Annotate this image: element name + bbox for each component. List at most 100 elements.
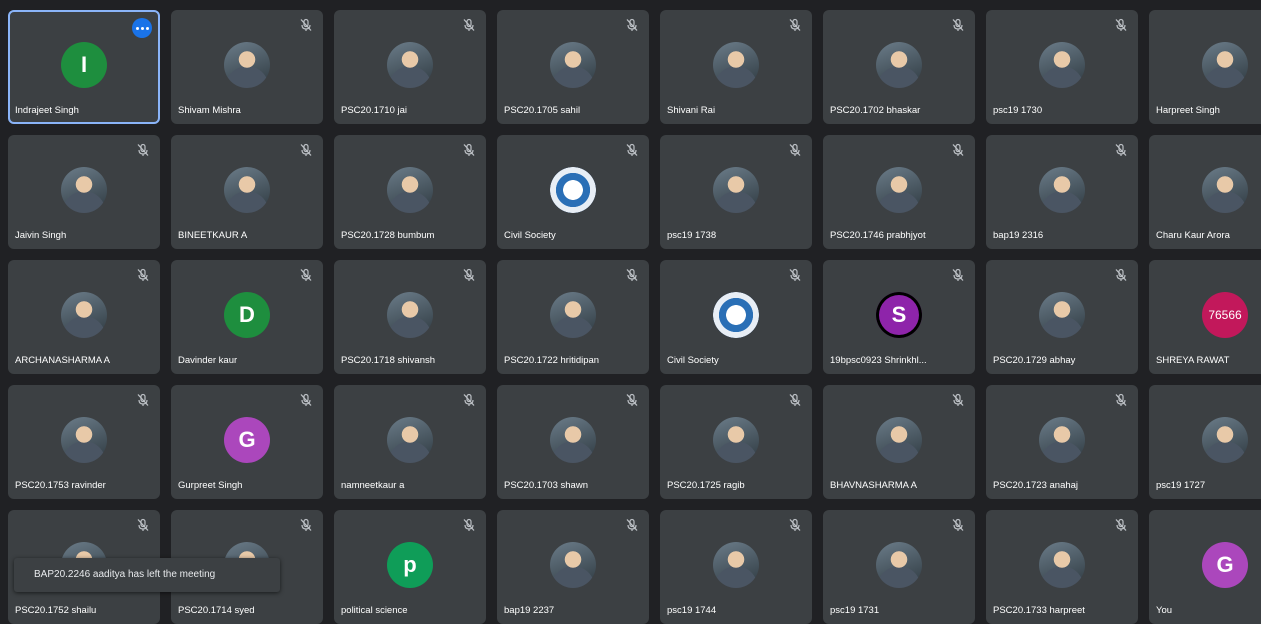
participant-tile-gurpreet-singh[interactable]: G Gurpreet Singh	[171, 385, 323, 499]
mic-off-icon	[788, 393, 802, 407]
participant-name: ARCHANASHARMA A	[15, 355, 111, 366]
participant-name: PSC20.1753 ravinder	[15, 480, 106, 491]
mic-off-icon	[951, 18, 965, 32]
participant-name: Gurpreet Singh	[178, 480, 243, 491]
mic-off-icon	[299, 143, 313, 157]
avatar-photo	[876, 417, 922, 463]
participant-name: BINEETKAUR A	[178, 230, 248, 241]
participant-tile-psc20-1746-prabhjyot[interactable]: PSC20.1746 prabhjyot	[823, 135, 975, 249]
participant-tile-bap19-2316[interactable]: bap19 2316	[986, 135, 1138, 249]
mic-off-icon	[299, 18, 313, 32]
participant-tile-psc20-1723-anahaj[interactable]: PSC20.1723 anahaj	[986, 385, 1138, 499]
avatar-photo	[550, 292, 596, 338]
participant-tile-indrajeet-singh[interactable]: I Indrajeet Singh	[8, 10, 160, 124]
avatar-photo	[876, 542, 922, 588]
participant-name: psc19 1731	[830, 605, 880, 616]
participant-tile-you[interactable]: G You	[1149, 510, 1261, 624]
participant-name: PSC20.1710 jai	[341, 105, 408, 116]
participant-name: PSC20.1714 syed	[178, 605, 255, 616]
mic-off-icon	[1114, 143, 1128, 157]
participant-name: Charu Kaur Arora	[1156, 230, 1230, 241]
avatar-photo	[61, 292, 107, 338]
mic-off-icon	[951, 143, 965, 157]
mic-off-icon	[462, 518, 476, 532]
participant-tile-psc20-1703-shawn[interactable]: PSC20.1703 shawn	[497, 385, 649, 499]
participant-tile-shivani-rai[interactable]: Shivani Rai	[660, 10, 812, 124]
mic-off-icon	[788, 18, 802, 32]
participant-name: Civil Society	[667, 355, 719, 366]
mic-off-icon	[136, 143, 150, 157]
participant-tile-psc19-1727[interactable]: psc19 1727	[1149, 385, 1261, 499]
participant-tile-psc20-1722-hritidipan[interactable]: PSC20.1722 hritidipan	[497, 260, 649, 374]
mic-off-icon	[1114, 18, 1128, 32]
mic-off-icon	[462, 143, 476, 157]
mic-off-icon	[462, 393, 476, 407]
mic-off-icon	[625, 18, 639, 32]
participant-tile-jaivin-singh[interactable]: Jaivin Singh	[8, 135, 160, 249]
participant-tile-bineetkaur-a[interactable]: BINEETKAUR A	[171, 135, 323, 249]
avatar-letter: I	[61, 42, 107, 88]
participant-tile-psc20-1733-harpreet[interactable]: PSC20.1733 harpreet	[986, 510, 1138, 624]
participant-tile-bap19-2237[interactable]: bap19 2237	[497, 510, 649, 624]
mic-off-icon	[299, 268, 313, 282]
participant-name: Jaivin Singh	[15, 230, 67, 241]
avatar-photo	[61, 417, 107, 463]
participant-name: PSC20.1718 shivansh	[341, 355, 436, 366]
mic-off-icon	[136, 268, 150, 282]
participant-tile-psc19-1730[interactable]: psc19 1730	[986, 10, 1138, 124]
participant-tile-civil-society[interactable]: Civil Society	[497, 135, 649, 249]
participant-tile-shreya-rawat[interactable]: 76566 SHREYA RAWAT	[1149, 260, 1261, 374]
participant-tile-psc20-1702-bhaskar[interactable]: PSC20.1702 bhaskar	[823, 10, 975, 124]
avatar-photo	[224, 167, 270, 213]
participant-tile-psc20-1725-ragib[interactable]: PSC20.1725 ragib	[660, 385, 812, 499]
participant-tile-civil-society[interactable]: Civil Society	[660, 260, 812, 374]
participant-name: Civil Society	[504, 230, 556, 241]
participant-tile-psc20-1728-bumbum[interactable]: PSC20.1728 bumbum	[334, 135, 486, 249]
participant-tile-19bpsc0923-shrinkhl[interactable]: S 19bpsc0923 Shrinkhl...	[823, 260, 975, 374]
avatar-letter: G	[224, 417, 270, 463]
participant-tile-shivam-mishra[interactable]: Shivam Mishra	[171, 10, 323, 124]
participant-name: PSC20.1729 abhay	[993, 355, 1076, 366]
participant-name: PSC20.1723 anahaj	[993, 480, 1079, 491]
avatar-photo	[876, 167, 922, 213]
participant-tile-davinder-kaur[interactable]: D Davinder kaur	[171, 260, 323, 374]
participant-tile-bhavnasharma-a[interactable]: BHAVNASHARMA A	[823, 385, 975, 499]
mic-off-icon	[788, 518, 802, 532]
participant-tile-harpreet-singh[interactable]: Harpreet Singh	[1149, 10, 1261, 124]
participant-tile-archanasharma-a[interactable]: ARCHANASHARMA A	[8, 260, 160, 374]
participant-name: Davinder kaur	[178, 355, 238, 366]
participant-tile-psc19-1744[interactable]: psc19 1744	[660, 510, 812, 624]
avatar-photo	[1202, 167, 1248, 213]
avatar-photo	[713, 417, 759, 463]
mic-off-icon	[462, 268, 476, 282]
participant-name: psc19 1730	[993, 105, 1043, 116]
participant-name: Shivani Rai	[667, 105, 716, 116]
participant-name: BHAVNASHARMA A	[830, 480, 917, 491]
participant-name: PSC20.1746 prabhjyot	[830, 230, 926, 241]
avatar-letter: D	[224, 292, 270, 338]
participant-tile-psc19-1731[interactable]: psc19 1731	[823, 510, 975, 624]
mic-off-icon	[299, 393, 313, 407]
participant-tile-psc19-1738[interactable]: psc19 1738	[660, 135, 812, 249]
participant-name: PSC20.1728 bumbum	[341, 230, 435, 241]
mic-off-icon	[625, 393, 639, 407]
avatar-photo	[1202, 42, 1248, 88]
participant-name: bap19 2237	[504, 605, 555, 616]
participant-name: PSC20.1703 shawn	[504, 480, 588, 491]
avatar-photo	[387, 417, 433, 463]
participant-grid: I Indrajeet Singh Shivam Mishra PSC20.1710 …	[8, 10, 1261, 624]
participant-tile-psc20-1729-abhay[interactable]: PSC20.1729 abhay	[986, 260, 1138, 374]
participant-name: You	[1156, 605, 1173, 616]
participant-tile-charu-kaur-arora[interactable]: Charu Kaur Arora	[1149, 135, 1261, 249]
participant-tile-psc20-1718-shivansh[interactable]: PSC20.1718 shivansh	[334, 260, 486, 374]
participant-name: political science	[341, 605, 408, 616]
participant-tile-political-science[interactable]: p political science	[334, 510, 486, 624]
mic-off-icon	[299, 518, 313, 532]
participant-tile-namneetkaur-a[interactable]: namneetkaur a	[334, 385, 486, 499]
participant-tile-psc20-1705-sahil[interactable]: PSC20.1705 sahil	[497, 10, 649, 124]
participant-name: PSC20.1725 ragib	[667, 480, 745, 491]
toast-text: BAP20.2246 aaditya has left the meeting	[34, 569, 216, 580]
mic-off-icon	[1114, 268, 1128, 282]
participant-tile-psc20-1753-ravinder[interactable]: PSC20.1753 ravinder	[8, 385, 160, 499]
participant-tile-psc20-1710-jai[interactable]: PSC20.1710 jai	[334, 10, 486, 124]
